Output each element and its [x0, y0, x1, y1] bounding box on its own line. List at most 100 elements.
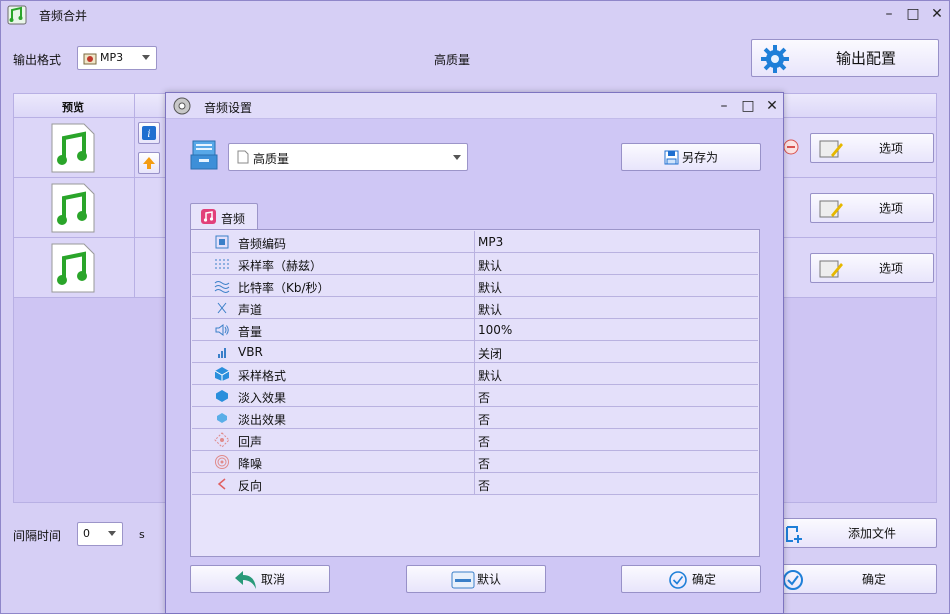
column-divider — [134, 118, 135, 178]
property-row[interactable]: 比特率（Kb/秒） 默认 — [192, 275, 758, 297]
property-divider — [474, 385, 475, 407]
audio-file-icon — [51, 243, 95, 293]
bitrate-icon — [214, 281, 230, 293]
property-value[interactable]: 否 — [478, 433, 490, 450]
interval-label: 间隔时间 — [13, 529, 62, 543]
property-row[interactable]: 音量 100% — [192, 319, 758, 341]
close-button[interactable]: ✕ — [927, 5, 947, 23]
property-row[interactable]: 音频编码 MP3 — [192, 231, 758, 253]
main-confirm-label: 确定 — [862, 572, 887, 587]
output-format-select[interactable]: MP3 — [77, 46, 157, 70]
default-button[interactable]: 默认 — [406, 565, 546, 593]
tab-audio-label: 音频 — [221, 212, 246, 226]
property-row[interactable]: 淡入效果 否 — [192, 385, 758, 407]
add-file-icon — [786, 526, 802, 543]
property-row[interactable]: 采样率（赫兹） 默认 — [192, 253, 758, 275]
output-config-button[interactable]: 输出配置 — [751, 39, 939, 77]
dialog-title: 音频设置 — [204, 101, 253, 115]
dialog-maximize-button[interactable]: □ — [738, 97, 758, 115]
app-icon — [7, 5, 27, 25]
save-as-button[interactable]: 另存为 — [621, 143, 761, 171]
property-name: 音频编码 — [238, 237, 287, 251]
dialog-confirm-label: 确定 — [692, 572, 717, 587]
property-value[interactable]: 100% — [478, 323, 512, 337]
property-row[interactable]: 反向 否 — [192, 473, 758, 495]
preset-value: 高质量 — [253, 152, 290, 166]
property-name: VBR — [238, 345, 263, 359]
option-label: 选项 — [879, 201, 904, 216]
sample-format-icon — [214, 367, 230, 381]
remove-icon[interactable] — [782, 138, 800, 156]
property-value[interactable]: 否 — [478, 477, 490, 494]
property-value[interactable]: 默认 — [478, 301, 502, 318]
chevron-down-icon — [108, 531, 116, 536]
edit-video-icon — [819, 200, 843, 218]
check-circle-icon — [783, 570, 803, 590]
dialog-minimize-button[interactable]: – — [714, 97, 734, 115]
move-up-button[interactable] — [138, 152, 160, 174]
property-value[interactable]: 否 — [478, 389, 490, 406]
dialog-close-button[interactable]: ✕ — [762, 97, 782, 115]
info-icon: i — [142, 126, 156, 140]
document-icon — [237, 150, 249, 164]
option-label: 选项 — [879, 141, 904, 156]
cancel-label: 取消 — [261, 572, 286, 587]
property-value[interactable]: 否 — [478, 455, 490, 472]
property-divider — [474, 341, 475, 363]
audio-file-icon — [51, 123, 95, 173]
add-file-label: 添加文件 — [848, 526, 897, 541]
preview-column-header: 预览 — [62, 101, 84, 114]
output-format-value: MP3 — [100, 51, 124, 64]
chevron-down-icon — [142, 55, 150, 60]
fade-out-icon — [217, 413, 227, 423]
dialog-title-bar: 音频设置 – □ ✕ — [166, 93, 783, 119]
column-divider — [134, 178, 135, 238]
dialog-confirm-button[interactable]: 确定 — [621, 565, 761, 593]
property-row[interactable]: 淡出效果 否 — [192, 407, 758, 429]
option-button[interactable]: 选项 — [810, 253, 934, 283]
property-value[interactable]: 默认 — [478, 279, 502, 296]
interval-value: 0 — [83, 527, 90, 540]
add-file-button[interactable]: 添加文件 — [777, 518, 937, 548]
main-confirm-button[interactable]: 确定 — [777, 564, 937, 594]
audio-properties-table: 音频编码 MP3 采样率（赫兹） 默认 比特率（Kb/秒） 默认 声道 默认 音… — [190, 229, 760, 557]
property-row[interactable]: VBR 关闭 — [192, 341, 758, 363]
denoise-icon — [215, 455, 229, 469]
property-divider — [474, 275, 475, 297]
check-circle-icon — [669, 571, 687, 589]
edit-video-icon — [819, 260, 843, 278]
tab-audio[interactable]: 音频 — [190, 203, 258, 230]
interval-unit: s — [139, 528, 145, 541]
gear-icon — [761, 45, 789, 73]
property-value[interactable]: 关闭 — [478, 345, 502, 362]
property-value[interactable]: 默认 — [478, 257, 502, 274]
arrow-up-icon — [143, 157, 155, 169]
option-button[interactable]: 选项 — [810, 133, 934, 163]
fade-in-icon — [216, 390, 228, 402]
property-row[interactable]: 声道 默认 — [192, 297, 758, 319]
property-value[interactable]: 默认 — [478, 367, 502, 384]
info-button[interactable]: i — [138, 122, 160, 144]
sample-rate-icon — [215, 259, 229, 269]
property-name: 降噪 — [238, 457, 263, 471]
property-row[interactable]: 采样格式 默认 — [192, 363, 758, 385]
music-note-icon — [201, 209, 216, 224]
reverse-icon — [217, 478, 226, 490]
channel-icon — [217, 302, 227, 314]
minimize-button[interactable]: – — [879, 5, 899, 23]
property-divider — [474, 451, 475, 473]
property-value[interactable]: 否 — [478, 411, 490, 428]
edit-video-icon — [819, 140, 843, 158]
interval-select[interactable]: 0 — [77, 522, 123, 546]
maximize-button[interactable]: □ — [903, 5, 923, 23]
preset-select[interactable]: 高质量 — [228, 143, 468, 171]
property-divider — [474, 253, 475, 275]
property-row[interactable]: 回声 否 — [192, 429, 758, 451]
property-value[interactable]: MP3 — [478, 235, 503, 249]
property-name: 回声 — [238, 435, 263, 449]
property-divider — [474, 429, 475, 451]
quality-label: 高质量 — [434, 53, 471, 67]
property-row[interactable]: 降噪 否 — [192, 451, 758, 473]
option-button[interactable]: 选项 — [810, 193, 934, 223]
cancel-button[interactable]: 取消 — [190, 565, 330, 593]
